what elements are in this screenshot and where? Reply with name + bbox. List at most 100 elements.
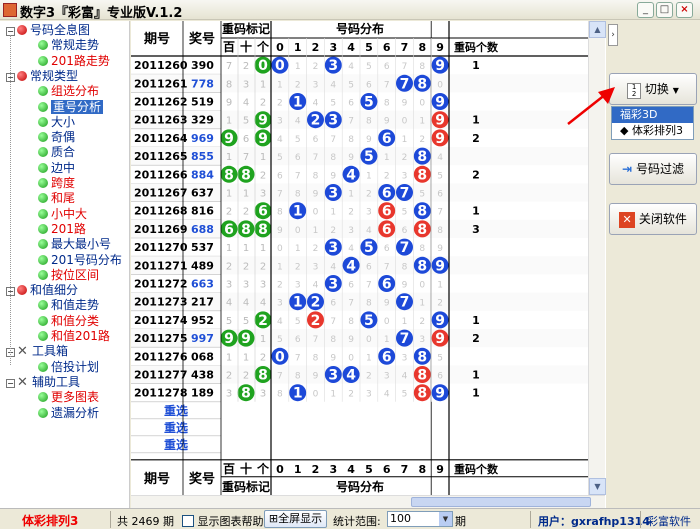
digit-ball-label: 9 xyxy=(435,58,445,74)
tree-item-1[interactable]: 常规走势 xyxy=(38,38,99,53)
digit-miss: 4 xyxy=(384,390,390,400)
digit-miss: 0 xyxy=(437,80,443,90)
tree-item-13[interactable]: 201路 xyxy=(38,222,86,237)
tree-item-12[interactable]: 小中大 xyxy=(38,207,87,222)
tree-item-25[interactable]: 遗漏分析 xyxy=(38,406,99,421)
tree-item-9[interactable]: 边中 xyxy=(38,161,75,176)
tree-item-5[interactable]: 重号分析 xyxy=(38,99,104,115)
digit-miss: 2 xyxy=(277,281,283,291)
tree-item-7[interactable]: 奇偶 xyxy=(38,130,75,145)
header-dist-group: 号码分布 xyxy=(336,21,384,36)
horizontal-scrollbar[interactable] xyxy=(131,495,605,508)
tree-item-10[interactable]: 跨度 xyxy=(38,176,75,191)
tree-item-16[interactable]: 按位区间 xyxy=(38,268,99,283)
repeat-ball-label: 6 xyxy=(224,222,234,238)
repeat-miss: 4 xyxy=(243,98,249,109)
tree-item-6[interactable]: 大小 xyxy=(38,115,75,130)
tree-item-3[interactable]: − 常规类型 xyxy=(6,69,78,84)
digit-miss: 3 xyxy=(277,299,283,309)
scroll-up-icon[interactable]: ▲ xyxy=(589,21,606,38)
digit-miss: 1 xyxy=(330,208,336,218)
digit-miss: 5 xyxy=(277,153,283,163)
tree-item-2[interactable]: 201路走势 xyxy=(38,54,110,69)
range-select[interactable]: 100 ▼ xyxy=(387,511,453,527)
chevron-down-icon[interactable]: ▼ xyxy=(439,512,452,526)
digit-miss: 4 xyxy=(366,226,372,236)
count-cell: 2 xyxy=(472,332,480,345)
maximize-button[interactable]: □ xyxy=(656,2,673,18)
digit-miss: 8 xyxy=(313,353,319,363)
tree-item-17[interactable]: − 和值细分 xyxy=(6,283,78,298)
digit-miss: 4 xyxy=(348,244,354,254)
switch-button[interactable]: 12 切换 ▼ xyxy=(609,73,697,105)
close-window-button[interactable]: × xyxy=(676,2,693,18)
tree-item-0[interactable]: − 号码全息图 xyxy=(6,23,90,38)
annotation-arrow-icon xyxy=(567,87,615,125)
tree-item-24[interactable]: 更多图表 xyxy=(38,390,99,405)
tree-item-22[interactable]: 倍投计划 xyxy=(38,360,99,375)
digit-ball-label: 1 xyxy=(293,95,303,111)
tree-item-8[interactable]: 质合 xyxy=(38,145,75,160)
reselect-link: 重选 xyxy=(164,403,188,418)
tree-item-20[interactable]: 和值201路 xyxy=(38,329,110,344)
prize-cell: 489 xyxy=(191,259,214,272)
footer-digit: 8 xyxy=(418,463,426,476)
digit-miss: 4 xyxy=(330,262,336,272)
tree-item-4[interactable]: 组选分布 xyxy=(38,84,99,99)
tree-item-11[interactable]: 和尾 xyxy=(38,191,75,206)
header-digit: 8 xyxy=(418,41,426,54)
digit-miss: 2 xyxy=(348,390,354,400)
tree-item-23[interactable]: − ✕ 辅助工具 xyxy=(6,375,80,390)
digit-ball-label: 8 xyxy=(417,76,427,92)
prize-cell: 068 xyxy=(191,350,214,363)
minimize-button[interactable]: _ xyxy=(637,2,654,18)
digit-miss: 7 xyxy=(313,335,319,345)
digit-ball-label: 6 xyxy=(382,277,392,293)
repeat-miss: 1 xyxy=(226,352,232,363)
tree-item-15[interactable]: 201号码分布 xyxy=(38,253,122,268)
scroll-down-icon[interactable]: ▼ xyxy=(589,478,606,495)
issue-cell: 2011268 xyxy=(134,205,188,218)
footer-repeat-group: 重码标记 xyxy=(222,479,270,494)
collapse-arrow-icon[interactable]: › xyxy=(608,24,618,46)
menu-item-fc3d[interactable]: 福彩3D xyxy=(612,107,693,123)
close-app-icon: ✕ xyxy=(619,212,636,228)
prize-cell: 997 xyxy=(191,332,214,345)
issue-cell: 2011277 xyxy=(134,369,188,382)
prize-cell: 778 xyxy=(191,77,214,90)
count-cell: 2 xyxy=(472,168,480,181)
count-cell: 1 xyxy=(472,59,480,72)
digit-miss: 5 xyxy=(295,317,301,327)
count-cell: 2 xyxy=(472,132,480,145)
fullscreen-button[interactable]: ⊞全屏显示 xyxy=(264,510,327,528)
help-checkbox[interactable]: 显示图表帮助 xyxy=(182,513,264,529)
close-software-button[interactable]: ✕ 关闭软件 xyxy=(609,203,697,235)
digit-miss: 1 xyxy=(313,226,319,236)
filter-button[interactable]: ⇥ 号码过滤 xyxy=(609,153,697,185)
tree-connector xyxy=(10,35,11,365)
tree-item-19[interactable]: 和值分类 xyxy=(38,314,99,329)
header-digit: 7 xyxy=(401,41,409,54)
repeat-miss: 3 xyxy=(260,280,266,291)
digit-miss: 8 xyxy=(437,226,443,236)
prize-cell: 189 xyxy=(191,387,214,400)
digit-ball-label: 9 xyxy=(435,131,445,147)
tree-item-18[interactable]: 和值走势 xyxy=(38,298,99,313)
digit-miss: 9 xyxy=(313,372,319,382)
footer-digit: 5 xyxy=(365,463,373,476)
menu-item-pl3[interactable]: ◆ 体彩排列3 xyxy=(612,123,693,139)
help-label: 显示图表帮助 xyxy=(197,515,264,528)
digit-ball-label: 1 xyxy=(293,295,303,311)
digit-miss: 0 xyxy=(295,226,301,236)
digit-miss: 8 xyxy=(313,171,319,181)
count-cell: 1 xyxy=(472,369,480,382)
checkbox-icon[interactable] xyxy=(182,515,194,527)
prize-cell: 217 xyxy=(191,296,214,309)
digit-miss: 4 xyxy=(277,135,283,145)
tree-item-14[interactable]: 最大最小号 xyxy=(38,237,111,252)
digit-ball-label: 8 xyxy=(417,386,427,402)
tree-item-21[interactable]: − ✕ 工具箱 xyxy=(6,344,68,359)
collapse-icon[interactable]: − xyxy=(6,378,15,388)
prize-cell: 663 xyxy=(191,278,214,291)
hscroll-thumb[interactable] xyxy=(411,497,591,507)
